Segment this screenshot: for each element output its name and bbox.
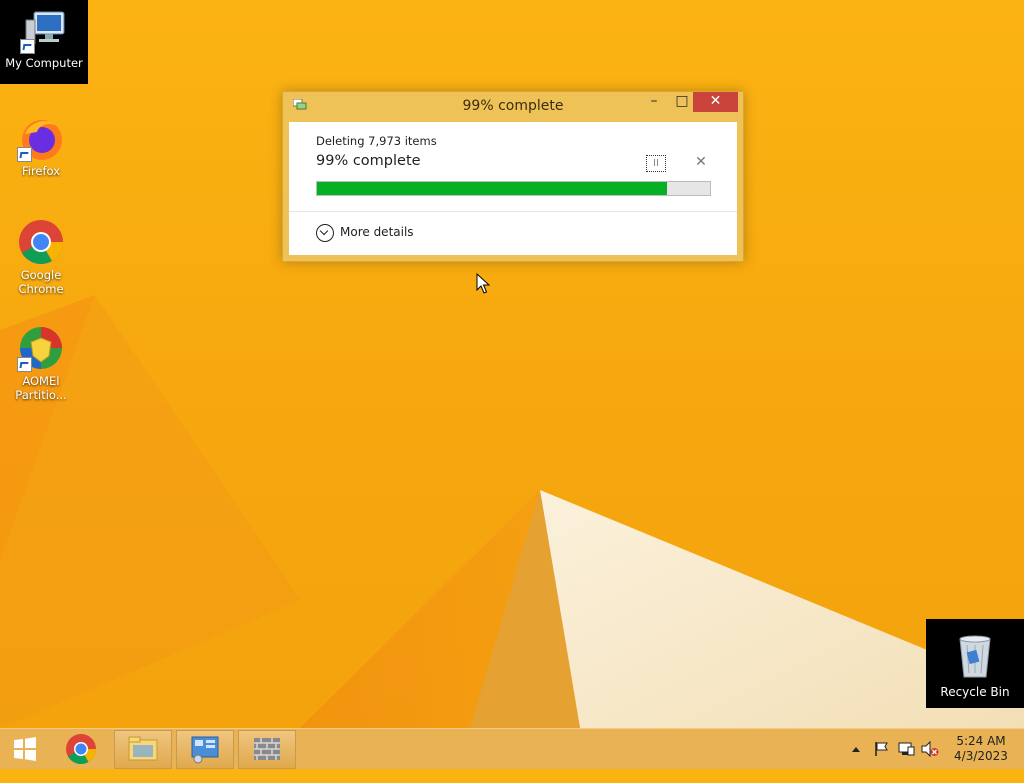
more-details-link[interactable]: More details <box>340 225 414 239</box>
windows-logo-icon <box>14 737 36 761</box>
progress-bar <box>316 181 711 196</box>
aomei-icon <box>17 324 65 372</box>
mouse-cursor-icon <box>476 273 490 294</box>
desktop-icon-label: Firefox <box>21 164 61 178</box>
desktop-icon-google-chrome[interactable]: Google Chrome <box>0 212 82 296</box>
dialog-body: Deleting 7,973 items 99% complete II ✕ M… <box>289 122 737 255</box>
taskbar: 5:24 AM 4/3/2023 <box>0 728 1024 769</box>
control-panel-icon <box>191 736 219 764</box>
close-button[interactable]: ✕ <box>693 92 738 112</box>
computer-icon <box>20 6 68 54</box>
taskbar-chrome[interactable] <box>56 730 106 767</box>
progress-bar-fill <box>317 182 667 195</box>
start-button[interactable] <box>4 730 44 767</box>
desktop-icon-aomei[interactable]: AOMEI Partitio... <box>0 318 82 402</box>
recycle-bin-icon <box>955 631 995 679</box>
divider <box>289 211 737 212</box>
shortcut-arrow-icon <box>17 357 32 372</box>
desktop-icon-my-computer[interactable]: My Computer <box>0 0 88 84</box>
flag-icon[interactable] <box>873 740 891 780</box>
clock-date: 4/3/2023 <box>954 749 1008 763</box>
minimize-button[interactable]: – <box>641 92 667 112</box>
taskbar-file-explorer[interactable] <box>114 730 172 769</box>
taskbar-control-panel[interactable] <box>176 730 234 769</box>
desktop-icon-label: Recycle Bin <box>940 685 1010 699</box>
shortcut-arrow-icon <box>20 39 35 54</box>
desktop-icon-label: AOMEI Partitio... <box>15 374 67 402</box>
desktop-icon-label: Google Chrome <box>18 268 64 296</box>
expand-chevron-icon[interactable] <box>316 224 334 242</box>
desktop-icon-recycle-bin[interactable]: Recycle Bin <box>926 619 1024 708</box>
clock[interactable]: 5:24 AM 4/3/2023 <box>942 734 1020 764</box>
chrome-icon <box>66 734 96 765</box>
pause-button[interactable]: II <box>646 155 666 172</box>
network-icon[interactable] <box>897 740 915 780</box>
show-hidden-icons[interactable] <box>850 743 862 783</box>
cancel-button[interactable]: ✕ <box>693 154 709 170</box>
maximize-button[interactable]: □ <box>669 92 695 112</box>
firefox-icon <box>17 114 65 162</box>
desktop-icon-firefox[interactable]: Firefox <box>0 108 82 178</box>
volume-muted-icon[interactable] <box>920 740 940 780</box>
folder-icon <box>128 736 158 761</box>
delete-progress-dialog: 99% complete – □ ✕ Deleting 7,973 items … <box>282 91 744 262</box>
firewall-icon <box>254 738 280 760</box>
desktop-icon-label: My Computer <box>5 56 83 70</box>
operation-text: Deleting 7,973 items <box>316 134 437 148</box>
clock-time: 5:24 AM <box>956 734 1006 748</box>
shortcut-arrow-icon <box>17 147 32 162</box>
chrome-icon <box>17 218 65 266</box>
progress-percent-text: 99% complete <box>316 153 421 169</box>
taskbar-firewall[interactable] <box>238 730 296 769</box>
